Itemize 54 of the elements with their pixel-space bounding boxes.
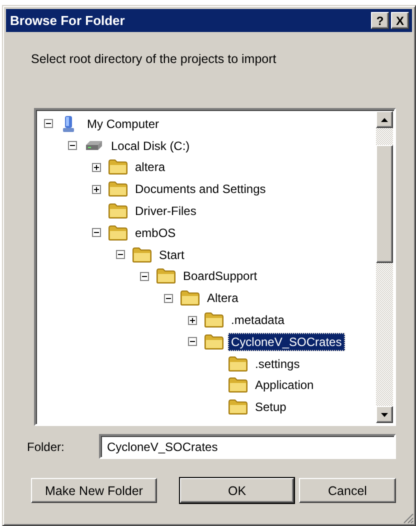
cancel-button[interactable]: Cancel (299, 478, 396, 503)
collapse-toggle[interactable] (68, 141, 77, 150)
collapse-toggle[interactable] (164, 294, 173, 303)
tree-item[interactable]: altera (132, 158, 168, 176)
folder-icon (108, 159, 128, 176)
expand-toggle[interactable] (188, 316, 197, 325)
folder-icon (228, 356, 248, 372)
folder-icon (108, 203, 128, 220)
expand-toggle[interactable] (92, 184, 101, 194)
folder-icon (204, 312, 224, 328)
tree-item[interactable]: .settings (252, 354, 303, 373)
help-button[interactable]: ? (371, 12, 389, 29)
scroll-up-button[interactable] (376, 111, 393, 128)
collapse-toggle[interactable] (188, 337, 197, 346)
tree-item[interactable]: .metadata (228, 311, 288, 330)
new-folder-button[interactable]: Make New Folder (31, 478, 157, 503)
tree-item[interactable]: Driver-Files (132, 202, 200, 220)
instruction-text: Select root directory of the projects to import (31, 52, 278, 66)
scroll-thumb[interactable] (376, 145, 393, 263)
tree-item[interactable]: BoardSupport (180, 267, 260, 286)
scrollbar[interactable] (376, 111, 393, 423)
folder-icon (228, 377, 248, 394)
tree-item[interactable]: Altera (204, 289, 242, 308)
folder-icon (156, 268, 176, 284)
collapse-toggle[interactable] (140, 272, 149, 281)
folder-field[interactable]: CycloneV_SOCrates (99, 434, 396, 459)
tree-item[interactable]: Local Disk (C:) (108, 136, 193, 155)
collapse-toggle[interactable] (116, 250, 125, 260)
up-arrow-icon (381, 118, 388, 122)
down-arrow-icon (381, 412, 388, 416)
tree-item[interactable]: Application (252, 376, 317, 394)
ok-button[interactable]: OK (180, 478, 294, 503)
folder-icon (204, 334, 224, 350)
expand-toggle[interactable] (92, 162, 101, 172)
drive-icon (84, 138, 104, 153)
collapse-toggle[interactable] (92, 228, 101, 238)
tree-item[interactable]: My Computer (84, 114, 162, 133)
tree-item[interactable]: Documents and Settings (132, 180, 269, 198)
folder-icon (108, 181, 128, 198)
folder-icon (132, 246, 152, 263)
folder-label: Folder: (27, 440, 66, 454)
tree-item[interactable]: CycloneV_SOCrates (228, 332, 345, 351)
folder-icon (180, 290, 200, 306)
window-title: Browse For Folder (10, 13, 126, 28)
folder-icon (228, 399, 248, 416)
scroll-down-button[interactable] (376, 406, 393, 423)
close-button[interactable]: X (391, 12, 409, 29)
tree-item[interactable]: Start (156, 246, 188, 264)
resize-grip-icon (403, 513, 414, 524)
tree-item[interactable]: Setup (252, 398, 290, 416)
folder-icon (108, 224, 128, 241)
tree-item[interactable]: embOS (132, 224, 179, 242)
computer-icon (60, 114, 76, 133)
collapse-toggle[interactable] (44, 119, 53, 128)
